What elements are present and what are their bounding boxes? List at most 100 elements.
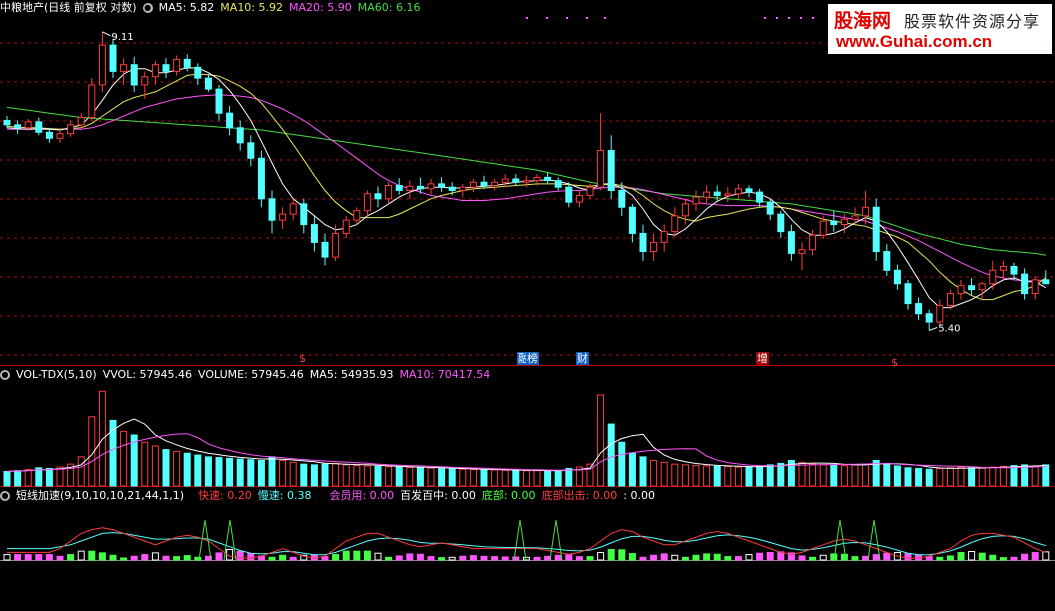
indicator-bar-38 — [406, 553, 414, 561]
volume-bar-78 — [830, 464, 838, 487]
volume-bar-18 — [194, 454, 202, 487]
candle-body-57 — [607, 150, 615, 191]
stock-chart-stage[interactable]: 9.11 5.40 中粮地产(日线 前复权 对数) ● MA5: 5.82 MA10: … — [0, 0, 1055, 607]
volume-bar-52 — [554, 469, 562, 487]
vol-title[interactable]: VOL-TDX(5,10) — [16, 368, 97, 381]
ind-title[interactable]: 短线加速(9,10,10,10,21,44,1,1) — [16, 489, 184, 502]
volume-bar-42 — [448, 468, 456, 487]
indicator-bar-34 — [363, 550, 371, 561]
indicator-bar-45 — [480, 555, 488, 561]
candle-body-49 — [522, 180, 530, 183]
volume-bar-32 — [342, 464, 350, 487]
candle-body-94 — [999, 265, 1007, 271]
candle-body-12 — [130, 64, 138, 86]
indicator-bar-87 — [925, 556, 933, 561]
indicator-bar-50 — [533, 556, 541, 561]
volume-bar-86 — [915, 468, 923, 487]
vvol-label: VVOL: 57945.46 — [102, 368, 193, 381]
indicator-bar-9 — [98, 552, 106, 561]
indicator-bar-47 — [501, 556, 509, 561]
signal-dot-1 — [546, 17, 548, 19]
volume-bar-98 — [1042, 464, 1050, 487]
slow-label: 慢速: 0.38 — [257, 489, 312, 502]
volume-settings-icon[interactable]: ● — [0, 370, 10, 380]
indicator-bar-91 — [968, 551, 976, 561]
chart-svg[interactable]: 9.11 5.40 — [0, 0, 1055, 607]
candle-body-52 — [554, 180, 562, 188]
vol-ma10-label: MA10: 70417.54 — [399, 368, 491, 381]
volume-bar-63 — [671, 463, 679, 487]
indicator-bar-56 — [597, 552, 605, 561]
high-price-label: 9.11 — [111, 32, 133, 43]
indicator-bar-65 — [692, 554, 700, 561]
volume-bar-34 — [363, 465, 371, 487]
signal-dot-3 — [586, 17, 588, 19]
indicator-bar-59 — [628, 553, 636, 561]
candle-body-53 — [565, 186, 573, 203]
volume-bar-84 — [893, 465, 901, 487]
candle-body-89 — [946, 293, 954, 307]
indicator-bar-69 — [734, 556, 742, 561]
volume-bar-97 — [1031, 465, 1039, 487]
event-marker-3[interactable]: 财 — [576, 352, 589, 365]
stock-title[interactable]: 中粮地产(日线 前复权 对数) — [0, 1, 137, 14]
indicator-bar-60 — [639, 556, 647, 561]
slow-line — [7, 532, 1046, 556]
volume-bar-17 — [183, 452, 191, 487]
indicator-bar-33 — [353, 550, 361, 561]
signal-dot-4 — [604, 17, 606, 19]
fast-line — [7, 527, 1046, 559]
volume-bar-1 — [14, 470, 22, 487]
event-marker-0[interactable]: $ — [298, 352, 307, 365]
volume-bar-19 — [204, 456, 212, 487]
event-marker-2[interactable]: 榜 — [526, 352, 539, 365]
indicator-bar-67 — [713, 553, 721, 561]
candle-body-38 — [406, 185, 414, 191]
indicator-bar-88 — [936, 556, 944, 561]
candle-body-13 — [141, 76, 149, 86]
candle-body-93 — [989, 269, 997, 285]
ma5-label: MA5: 5.82 — [158, 1, 215, 14]
indicator-bar-41 — [438, 557, 446, 561]
indicator-bar-40 — [427, 556, 435, 561]
indicator-bar-68 — [724, 556, 732, 561]
candle-body-87 — [925, 313, 933, 323]
indicator-bar-39 — [416, 553, 424, 561]
volume-bar-65 — [692, 465, 700, 487]
event-marker-4[interactable]: 增 — [756, 352, 769, 365]
indicator-settings-icon[interactable]: ● — [0, 491, 10, 501]
indicator-bar-27 — [289, 556, 297, 561]
volume-bar-21 — [226, 457, 234, 487]
candle-body-33 — [353, 210, 361, 221]
candle-body-5 — [56, 133, 64, 139]
indicator-bar-55 — [586, 556, 594, 561]
vol-ma5-label: MA5: 54935.93 — [309, 368, 394, 381]
candle-body-56 — [597, 150, 605, 188]
indicator-bar-77 — [819, 554, 827, 561]
candlestick-layer — [3, 31, 1050, 331]
volume-bar-51 — [544, 470, 552, 487]
signal-dot-2 — [566, 17, 568, 19]
indicator-bar-23 — [247, 553, 255, 561]
volume-bar-5 — [56, 466, 64, 487]
volume-bar-66 — [703, 465, 711, 487]
candle-body-67 — [713, 191, 721, 196]
indicator-bar-4 — [45, 554, 53, 561]
indicator-layer — [3, 519, 1050, 561]
settings-circle-icon[interactable]: ● — [142, 3, 153, 13]
indicator-bar-75 — [798, 555, 806, 561]
indicator-bar-12 — [130, 555, 138, 561]
volume-bar-28 — [300, 463, 308, 487]
candle-body-91 — [968, 285, 976, 291]
candle-body-76 — [809, 234, 817, 251]
price-panel-header: 中粮地产(日线 前复权 对数) ● MA5: 5.82 MA10: 5.92 MA20:… — [0, 0, 426, 16]
event-marker-5[interactable]: $ — [890, 356, 899, 369]
candle-body-66 — [703, 191, 711, 198]
spike-signal-2 — [513, 519, 527, 561]
indicator-bar-96 — [1021, 553, 1029, 561]
volume-bar-70 — [745, 466, 753, 487]
indicator-bar-62 — [660, 553, 668, 561]
indicator-bar-70 — [745, 554, 753, 561]
candle-body-36 — [385, 185, 393, 200]
volume-bar-80 — [851, 464, 859, 487]
